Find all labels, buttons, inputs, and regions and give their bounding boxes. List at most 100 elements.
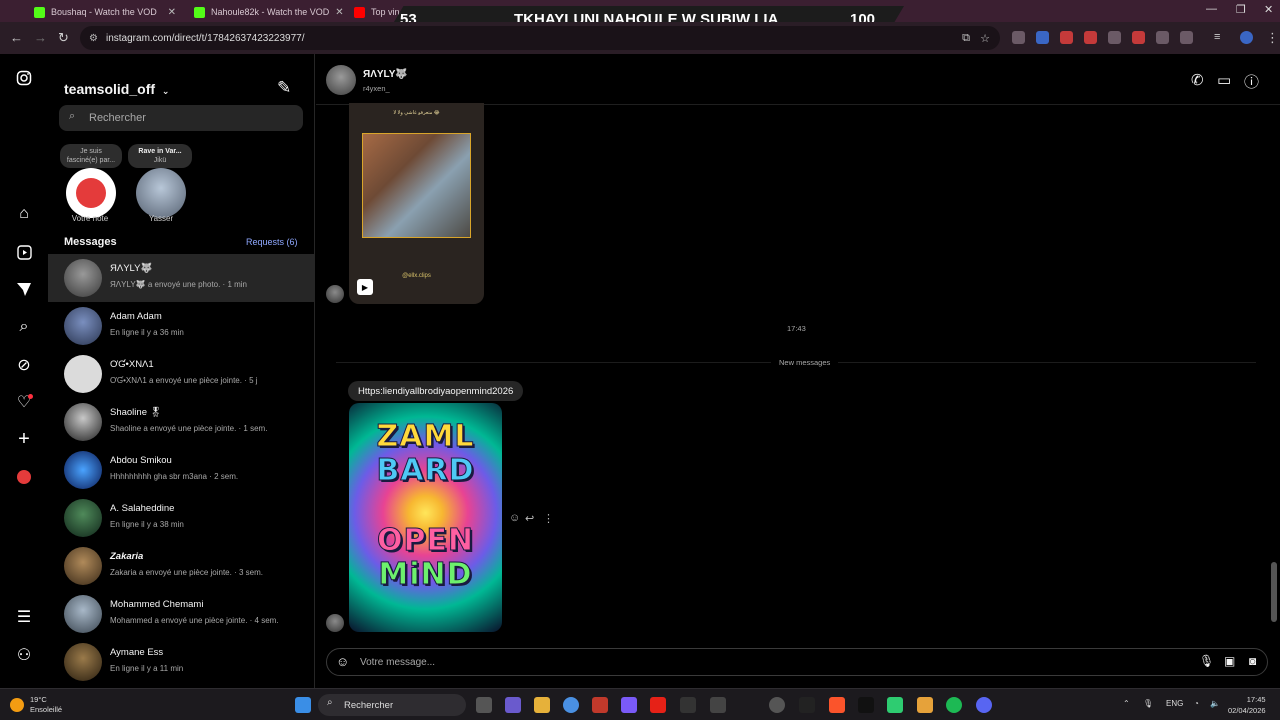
extension-icon[interactable] [1156, 31, 1169, 44]
reply-icon[interactable]: ↩ [525, 512, 534, 525]
create-icon[interactable]: + [15, 428, 33, 450]
note-avatar-yasser[interactable] [136, 168, 186, 218]
window-close-icon[interactable]: ✕ [1264, 3, 1273, 16]
account-switcher[interactable]: teamsolid_off ⌄ [64, 81, 169, 97]
reload-icon[interactable]: ↻ [58, 30, 69, 46]
conversation-row[interactable]: Adam Adam En ligne il y a 36 min [48, 302, 315, 350]
emoji-icon[interactable]: ☺ [336, 654, 349, 669]
app-icon[interactable] [680, 697, 696, 713]
app-icon[interactable] [621, 697, 637, 713]
brave-icon[interactable] [829, 697, 845, 713]
app-icon[interactable] [858, 697, 874, 713]
conversation-row[interactable]: Shaoline 🎖 Shaoline a envoyé une pièce j… [48, 398, 315, 446]
wifi-icon[interactable]: ◔ [1194, 699, 1199, 708]
info-icon[interactable]: ⓘ [1244, 71, 1259, 92]
profile-icon[interactable] [15, 468, 33, 486]
minimize-icon[interactable]: — [1206, 3, 1217, 15]
menu-icon[interactable]: ☰ [15, 608, 33, 626]
avatar[interactable] [326, 65, 356, 95]
microphone-icon[interactable]: 🎙 [1143, 699, 1153, 708]
extension-icon[interactable] [1132, 31, 1145, 44]
scrollbar-thumb[interactable] [1271, 562, 1277, 622]
chrome-icon[interactable] [563, 697, 579, 713]
conversation-row[interactable]: Mohammed Chemami Mohammed a envoyé une p… [48, 590, 315, 638]
volume-icon[interactable]: 🔈 [1210, 699, 1220, 708]
extension-icon[interactable] [1036, 31, 1049, 44]
react-emoji-icon[interactable]: ☺ [509, 512, 520, 524]
extension-icon[interactable] [1060, 31, 1073, 44]
conversation-row[interactable]: ƠƓ•XNΛ1 ƠƓ•XNΛ1 a envoyé une pièce joint… [48, 350, 315, 398]
video-call-icon[interactable]: ▭ [1217, 71, 1231, 89]
youtube-icon [354, 6, 365, 18]
extension-icon[interactable] [1108, 31, 1121, 44]
scrollbar[interactable] [1270, 54, 1278, 688]
conversation-row[interactable]: Aymane Ess En ligne il y a 11 min [48, 638, 315, 686]
search-icon[interactable]: ⌕ [15, 318, 33, 336]
image-icon[interactable]: ▣ [1224, 654, 1235, 668]
tray-chevron-icon[interactable]: ⌃ [1123, 699, 1130, 708]
explore-icon[interactable]: ⊘ [15, 356, 33, 374]
conversation-row[interactable]: ЯΛYLY🐺 ЯΛYLY🐺 a envoyé une photo. · 1 mi… [48, 254, 315, 302]
close-icon[interactable]: ✕ [335, 7, 343, 18]
taskbar-search[interactable]: ⌕ Rechercher [318, 694, 466, 716]
task-view-icon[interactable] [476, 697, 492, 713]
weather-widget[interactable]: 19°C Ensoleillé [10, 695, 62, 715]
messages-icon[interactable] [15, 280, 33, 298]
extensions-puzzle-icon[interactable] [1180, 31, 1193, 44]
install-icon[interactable]: ⧉ [962, 32, 970, 45]
system-clock[interactable]: 17:45 02/04/2026 [1228, 694, 1266, 716]
site-info-icon[interactable]: ⚙ [89, 33, 98, 44]
notifications-icon[interactable]: ♡ [15, 393, 33, 411]
app-icon[interactable] [917, 697, 933, 713]
app-icon[interactable] [592, 697, 608, 713]
note-bubble[interactable]: Rave in Var... Jikü [128, 144, 192, 168]
app-icon[interactable] [887, 697, 903, 713]
browser-tab-2[interactable]: Nahoule82k - Watch the VOD ✕ [186, 2, 344, 22]
maximize-icon[interactable]: ❐ [1236, 3, 1246, 16]
instagram-icon[interactable] [15, 69, 33, 87]
message-input[interactable]: ☺ Votre message... 🎙 ▣ ◙ [326, 648, 1268, 676]
phone-icon[interactable]: ✆ [1191, 71, 1204, 89]
browser-menu-icon[interactable]: ⋮ [1266, 30, 1279, 46]
reading-list-icon[interactable]: ≡ [1214, 31, 1227, 44]
windows-start-icon[interactable] [295, 697, 311, 713]
discord-icon[interactable] [976, 697, 992, 713]
app-icon[interactable] [710, 697, 726, 713]
requests-link[interactable]: Requests (6) [246, 237, 298, 247]
spotify-icon[interactable] [946, 697, 962, 713]
more-options-icon[interactable]: ⋮ [543, 512, 554, 525]
poster-text: OPEN [376, 523, 475, 559]
obs-icon[interactable] [769, 697, 785, 713]
conversation-row[interactable]: Zakaria Zakaria a envoyé une pièce joint… [48, 542, 315, 590]
microphone-icon[interactable]: 🎙 [1199, 654, 1214, 668]
apps-icon[interactable]: ⚇ [15, 646, 33, 664]
bookmark-star-icon[interactable]: ☆ [980, 32, 990, 45]
search-input[interactable]: ⌕ Rechercher [59, 105, 303, 131]
close-icon[interactable]: ✕ [168, 7, 176, 18]
back-icon[interactable]: ← [10, 30, 23, 45]
reels-icon[interactable] [15, 243, 33, 261]
extension-icon[interactable] [1084, 31, 1097, 44]
profile-avatar[interactable] [1240, 31, 1253, 44]
message-bubble[interactable]: Https:liendiyallbrodiyaopenmind2026 [348, 381, 524, 401]
compose-icon[interactable]: ✎ [277, 78, 291, 98]
language-indicator[interactable]: ENG [1166, 699, 1183, 708]
address-bar[interactable]: ⚙ instagram.com/direct/t/178426374232239… [80, 26, 1000, 50]
note-bubble[interactable]: Je suis fasciné(e) par... [60, 144, 122, 168]
app-icon[interactable] [799, 697, 815, 713]
home-icon[interactable]: ⌂ [15, 205, 33, 223]
youtube-icon[interactable] [650, 697, 666, 713]
forward-icon[interactable]: → [34, 30, 47, 45]
copilot-icon[interactable] [505, 697, 521, 713]
shared-image[interactable]: ZAML BARD OPEN MiND [349, 403, 502, 632]
file-explorer-icon[interactable] [534, 697, 550, 713]
play-icon[interactable]: ▶ [357, 279, 373, 295]
extension-icon[interactable] [1012, 31, 1025, 44]
shared-reel[interactable]: متعرفو غاشي ولا لا 😂 @ellx.clips ▶ [349, 103, 484, 304]
conversation-row[interactable]: Abdou Smikou Hhhhhhhhh gha sbr m3ana · 2… [48, 446, 315, 494]
sticker-icon[interactable]: ◙ [1249, 654, 1256, 668]
conversation-row[interactable]: A. Salaheddine En ligne il y a 38 min [48, 494, 315, 542]
note-avatar-self[interactable] [66, 168, 116, 218]
chat-contact-name[interactable]: ЯΛYLY🐺 [363, 69, 408, 80]
browser-tab-1[interactable]: Boushaq - Watch the VOD ✕ [26, 2, 184, 22]
